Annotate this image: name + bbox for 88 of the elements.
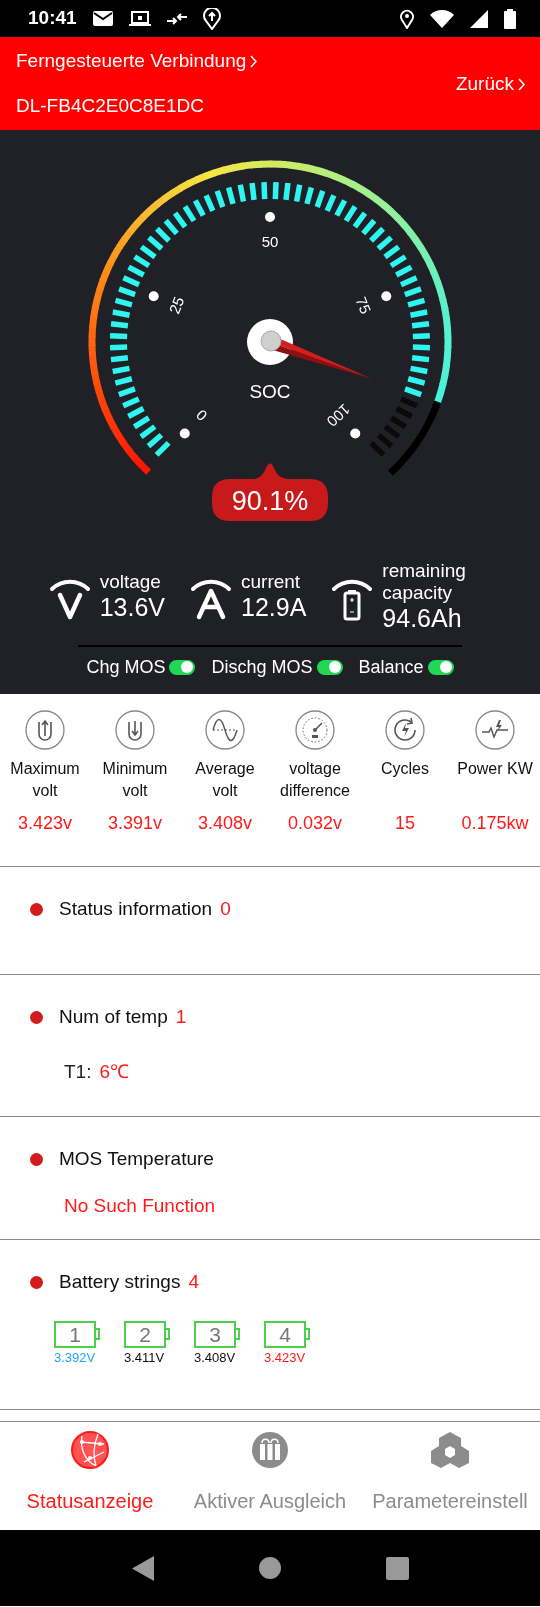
cell-voltage: 3.392V (54, 1348, 96, 1367)
reading-label: voltage (99, 570, 162, 593)
chevron-icon (518, 78, 526, 91)
reading-label: current (241, 570, 302, 593)
bullet-dot (30, 1152, 43, 1166)
cell-voltage: 3.408V (194, 1348, 236, 1367)
laptop-icon (128, 10, 151, 27)
scale-dot (350, 428, 361, 439)
switch-label: Chg MOS (86, 655, 166, 679)
nav-tab[interactable]: Aktiver Ausgleich (193, 1486, 347, 1516)
metric-value: 3.391v (107, 812, 162, 835)
metric-value: 0.175kw (461, 812, 529, 835)
metric-value: 0.032v (287, 812, 342, 835)
connection-title[interactable]: Ferngesteuerte Verbindung (16, 47, 247, 76)
hexagon-icon (430, 1430, 470, 1470)
battery-cell: 4 (264, 1320, 310, 1348)
scale-dot (265, 212, 275, 222)
metric-label: Average volt (194, 759, 256, 801)
globe-icon (70, 1430, 110, 1470)
battery-icon (504, 8, 516, 29)
max-volt-icon (25, 710, 65, 750)
metric-label: Power KW (457, 759, 533, 779)
section-count: 0 (220, 897, 231, 921)
device-id: DL-FB4C2E0C8E1DC (16, 93, 205, 118)
clock: 10:41 (28, 6, 77, 31)
back-link[interactable]: Zurück (455, 70, 514, 99)
bullet-dot (30, 1010, 43, 1024)
scale-label: 0 (192, 406, 211, 425)
section-title: Battery strings (59, 1270, 181, 1294)
needle-cap (260, 330, 282, 352)
no-function-message: No Such Function (63, 1193, 217, 1218)
section-count: 1 (175, 1005, 187, 1029)
battery-cell: 2 (124, 1320, 170, 1348)
section-count: 4 (188, 1270, 199, 1294)
cycle-icon (385, 710, 425, 750)
min-volt-icon (115, 710, 155, 750)
reading-value: 94.6Ah (382, 603, 463, 634)
scale-label: 50 (261, 232, 279, 250)
reading-value: 12.9A (241, 592, 307, 623)
chevron-icon (250, 54, 259, 68)
scale-label: 100 (323, 400, 354, 431)
battery-cell: 1 (54, 1320, 100, 1348)
metric-label: Maximum volt (9, 759, 81, 801)
recents-icon[interactable] (385, 1556, 409, 1580)
metric-value: 15 (395, 812, 415, 835)
back-icon[interactable] (131, 1555, 154, 1581)
nav-tab[interactable]: Parametereinstell (372, 1486, 528, 1516)
toggle-switch[interactable] (316, 659, 343, 675)
section-title: Status information (59, 897, 213, 921)
scale-dot (148, 291, 159, 302)
reading-label: remaining capacity (382, 559, 467, 604)
metric-label: Cycles (381, 759, 429, 779)
cell-voltage: 3.423V (264, 1348, 306, 1367)
scale-label: 75 (352, 294, 375, 317)
toggle-switch[interactable] (427, 659, 454, 675)
gauge-label: SOC (249, 381, 291, 402)
section-title: MOS Temperature (59, 1147, 214, 1171)
wifi-icon (430, 9, 454, 28)
metric-value: 3.408v (197, 812, 252, 835)
sine-wave-icon (205, 710, 245, 750)
sensor-value: 6℃ (99, 1059, 130, 1084)
cell-voltage: 3.411V (124, 1348, 165, 1367)
switch-label: Balance (358, 655, 424, 679)
mail-icon (92, 11, 113, 26)
bullet-dot (30, 1275, 43, 1289)
toggle-switch[interactable] (169, 659, 196, 675)
metric-label: voltage difference (279, 759, 351, 801)
reading-value: 13.6V (99, 592, 165, 623)
bullet-dot (30, 902, 43, 916)
power-icon (475, 710, 515, 750)
sensor-name: T1: (64, 1059, 92, 1084)
balance-icon (250, 1430, 290, 1470)
scale-label: 25 (165, 294, 188, 317)
battery-cell: 3 (194, 1320, 240, 1348)
metric-label: Minimum volt (101, 759, 169, 801)
scale-dot (381, 291, 392, 302)
home-icon[interactable] (258, 1557, 281, 1579)
scale-dot (179, 428, 190, 439)
metric-value: 3.423v (17, 812, 72, 835)
nav-tab[interactable]: Statusanzeige (26, 1486, 154, 1516)
transfer-icon (166, 12, 187, 25)
soc-reading: 90.1% (231, 486, 309, 516)
section-title: Num of temp (59, 1005, 168, 1029)
signal-icon (470, 9, 488, 28)
switch-label: Dischg MOS (211, 655, 313, 679)
location-icon (202, 7, 221, 30)
location-icon (400, 8, 414, 29)
dial-icon (295, 710, 335, 750)
